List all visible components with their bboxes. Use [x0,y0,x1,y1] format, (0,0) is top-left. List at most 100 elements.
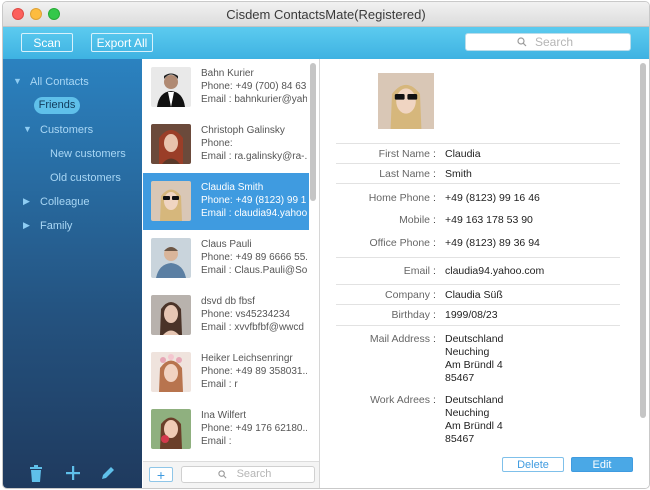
company-label: Company [385,289,430,301]
colon: : [433,309,436,321]
home-phone-label: Home Phone [368,192,430,204]
toolbar-search-input[interactable]: Search [465,33,631,51]
email-label: Email [403,265,430,277]
birthday-value[interactable]: 1999/08/23 [445,309,498,321]
work-address-line[interactable]: Am Bründl 4 [445,420,503,432]
email-value[interactable]: claudia94.yahoo.com [445,265,544,277]
first-name-label: First Name [378,148,430,160]
window-title: Cisdem ContactsMate(Registered) [226,7,426,22]
sidebar-footer [3,458,142,488]
plus-icon[interactable] [66,466,80,480]
search-icon [218,470,227,479]
mail-address-line[interactable]: Deutschland [445,333,503,345]
chevron-right-icon[interactable]: ▶ [23,220,30,231]
mail-address-line[interactable]: 85467 [445,372,474,384]
mail-address-line[interactable]: Neuching [445,346,489,358]
colon: : [433,333,436,345]
contact-phone: Phone: +49 (8123) 99 1... [201,195,307,206]
divider [336,257,620,258]
sidebar-item-new-customers[interactable]: New customers [50,148,126,160]
contact-phone: Phone: +49 89 6666 55... [201,252,307,263]
mobile-value[interactable]: +49 163 178 53 90 [445,214,533,226]
scan-button[interactable]: Scan [21,33,73,52]
home-phone-value[interactable]: +49 (8123) 99 16 46 [445,192,540,204]
contact-phone: Phone: [201,138,233,149]
contact-name: Claus Pauli [201,239,252,250]
avatar [151,352,191,392]
title-bar: Cisdem ContactsMate(Registered) [3,2,649,27]
last-name-value[interactable]: Smith [445,168,472,180]
office-phone-label: Office Phone [369,237,430,249]
delete-button[interactable]: Delete [502,457,564,472]
contact-name: Bahn Kurier [201,68,254,79]
contact-photo [378,73,434,129]
avatar [151,409,191,449]
list-item[interactable]: Heiker Leichsenringr Phone: +49 89 35803… [143,344,309,401]
list-search-input[interactable]: Search [181,466,315,483]
contact-list: Bahn Kurier Phone: +49 (700) 84 63 ... E… [143,59,320,488]
chevron-down-icon[interactable]: ▼ [23,124,32,134]
work-address-line[interactable]: Deutschland [445,394,503,406]
contact-email: Email : ra.galinsky@ra-... [201,151,307,162]
list-item[interactable]: Ina Wilfert Phone: +49 176 62180... Emai… [143,401,309,458]
trash-icon[interactable] [29,465,43,482]
divider [336,304,620,305]
contact-email: Email : Claus.Pauli@Sol... [201,265,307,276]
list-item[interactable]: Christoph Galinsky Phone: Email : ra.gal… [143,116,309,173]
avatar [151,124,191,164]
sidebar-item-customers[interactable]: Customers [40,124,93,136]
avatar [151,67,191,107]
company-value[interactable]: Claudia Süß [445,289,503,301]
first-name-value[interactable]: Claudia [445,148,481,160]
colon: : [433,289,436,301]
contact-email: Email : claudia94.yahoo... [201,208,307,219]
list-item[interactable]: Bahn Kurier Phone: +49 (700) 84 63 ... E… [143,59,309,116]
sidebar-item-old-customers[interactable]: Old customers [50,172,121,184]
divider [336,143,620,144]
chevron-down-icon[interactable]: ▼ [13,76,22,86]
chevron-right-icon[interactable]: ▶ [23,196,30,207]
sidebar-item-family[interactable]: Family [40,220,72,232]
avatar [151,181,191,221]
birthday-label: Birthday [391,309,430,321]
colon: : [433,168,436,180]
colon: : [433,394,436,406]
list-item[interactable]: dsvd db fbsf Phone: vs45234234 Email : x… [143,287,309,344]
sidebar-item-all-contacts[interactable]: All Contacts [30,76,89,88]
export-all-button[interactable]: Export All [91,33,153,52]
pencil-icon[interactable] [100,465,116,481]
contact-phone: Phone: vs45234234 [201,309,290,320]
mail-address-label: Mail Address [369,333,430,345]
contact-name: Claudia Smith [201,182,264,193]
edit-button[interactable]: Edit [571,457,633,472]
colon: : [433,265,436,277]
list-footer: + Search [143,461,319,488]
contact-detail-panel: First Name : Claudia Last Name : Smith H… [320,59,649,488]
divider [336,163,620,164]
list-item[interactable]: Claus Pauli Phone: +49 89 6666 55... Ema… [143,230,309,287]
contact-email: Email : bahnkurier@yah... [201,94,307,105]
detail-scrollbar[interactable] [640,63,646,418]
work-address-line[interactable]: 85467 [445,433,474,445]
sidebar-item-friends[interactable]: Friends [34,97,80,114]
toolbar: Scan Export All Search [3,27,649,59]
contact-name: dsvd db fbsf [201,296,255,307]
last-name-label: Last Name [379,168,430,180]
list-scrollbar[interactable] [310,63,316,201]
toolbar-search-placeholder: Search [534,35,574,49]
divider [336,325,620,326]
sidebar-item-colleague[interactable]: Colleague [40,196,90,208]
contact-email: Email : r [201,379,238,390]
colon: : [433,214,436,226]
add-contact-button[interactable]: + [149,467,173,482]
contact-email: Email : xvvfbfbf@wwcd [201,322,304,333]
list-item-selected[interactable]: Claudia Smith Phone: +49 (8123) 99 1... … [143,173,309,230]
contact-name: Heiker Leichsenringr [201,353,293,364]
contact-name: Ina Wilfert [201,410,247,421]
office-phone-value[interactable]: +49 (8123) 89 36 94 [445,237,540,249]
avatar [151,295,191,335]
divider [336,284,620,285]
work-address-line[interactable]: Neuching [445,407,489,419]
mail-address-line[interactable]: Am Bründl 4 [445,359,503,371]
app-window: Cisdem ContactsMate(Registered) Scan Exp… [2,1,650,489]
